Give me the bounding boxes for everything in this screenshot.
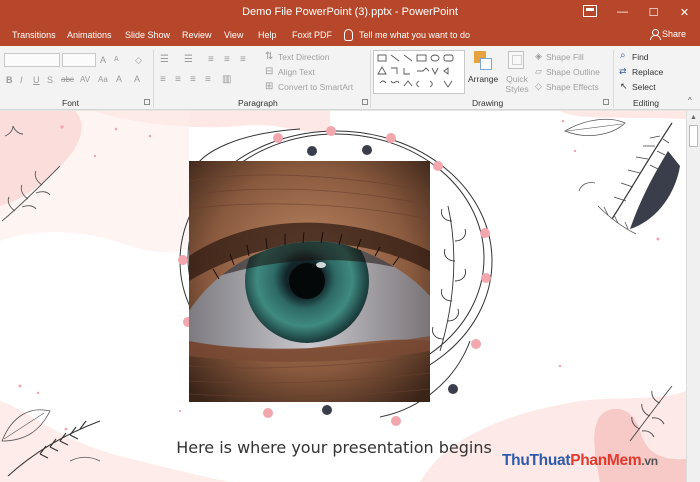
powerpoint-window: Demo File PowerPoint (3).pptx - PowerPoi…	[0, 0, 700, 482]
title-bar: Demo File PowerPoint (3).pptx - PowerPoi…	[0, 0, 700, 26]
tell-me-box[interactable]: Tell me what you want to do	[344, 29, 470, 41]
text-direction-button[interactable]: Text Direction	[278, 52, 330, 62]
replace-button[interactable]: Replace	[632, 67, 663, 77]
quick-styles-icon	[508, 51, 524, 69]
align-right-icon[interactable]: ≡	[190, 74, 196, 85]
shape-effects-button[interactable]: Shape Effects	[546, 82, 599, 92]
increase-indent-icon[interactable]: ≡	[224, 54, 230, 65]
font-name-box[interactable]	[4, 53, 60, 67]
grow-font-button[interactable]: A	[100, 55, 106, 65]
group-label-font: Font	[62, 98, 80, 108]
arrange-button[interactable]: Arrange	[468, 74, 498, 84]
arrange-icon	[474, 51, 492, 71]
shapes-gallery[interactable]	[373, 50, 465, 94]
tab-review[interactable]: Review	[182, 30, 212, 40]
select-cursor-icon: ↖	[620, 81, 628, 91]
convert-smartart-button[interactable]: Convert to SmartArt	[278, 82, 353, 92]
maximize-button[interactable]: ☐	[638, 0, 669, 24]
pink-wash-left	[0, 111, 189, 253]
shadow-button[interactable]: S	[47, 75, 53, 85]
shrink-font-button[interactable]: A	[114, 56, 119, 63]
scroll-up-arrow-icon[interactable]: ▲	[689, 113, 698, 122]
minimize-button[interactable]: —	[607, 0, 638, 24]
replace-icon: ⇄	[619, 66, 627, 76]
scroll-thumb[interactable]	[689, 125, 698, 147]
lightbulb-icon	[344, 29, 353, 41]
font-size-box[interactable]	[62, 53, 96, 67]
eye-photo[interactable]	[189, 161, 430, 402]
slide-canvas[interactable]: Here is where your presentation begins T…	[0, 111, 686, 482]
line-spacing-icon[interactable]: ≡	[240, 54, 246, 65]
bold-button[interactable]: B	[6, 75, 13, 85]
find-button[interactable]: Find	[632, 52, 649, 62]
watermark-logo: ThuThuatPhanMem.vn	[502, 452, 658, 469]
shape-outline-button[interactable]: Shape Outline	[546, 67, 600, 77]
underline-button[interactable]: U	[33, 75, 40, 85]
wreath-vine	[432, 205, 466, 352]
group-label-paragraph: Paragraph	[238, 98, 278, 108]
bullets-icon[interactable]: ☰	[160, 54, 169, 65]
select-button[interactable]: Select	[632, 82, 656, 92]
highlight-button[interactable]: A	[134, 74, 140, 84]
justify-icon[interactable]: ≡	[205, 74, 211, 85]
tab-transitions[interactable]: Transitions	[12, 30, 56, 40]
shape-fill-icon: ◈	[535, 51, 542, 61]
ribbon-display-options-icon[interactable]	[583, 5, 597, 17]
align-text-button[interactable]: Align Text	[278, 67, 315, 77]
align-center-icon[interactable]: ≡	[175, 74, 181, 85]
text-direction-icon: ⇅	[265, 51, 274, 62]
clear-formatting-icon[interactable]: ◇	[135, 55, 142, 66]
strikethrough-button[interactable]: abc	[61, 75, 74, 84]
tab-foxit-pdf[interactable]: Foxit PDF	[292, 30, 332, 40]
quick-styles-button[interactable]: Quick Styles	[503, 74, 531, 94]
italic-button[interactable]: I	[20, 75, 23, 85]
person-icon	[650, 29, 661, 40]
find-icon: ⌕	[620, 50, 626, 61]
char-spacing-button[interactable]: AV	[80, 75, 90, 84]
pink-wash-top-right	[560, 111, 686, 119]
ribbon: A A ◇ B I U S abc AV Aa A A Font ☰ ☰ ≡ ≡…	[0, 46, 700, 110]
shape-outline-icon: ▱	[535, 66, 542, 76]
drawing-dialog-launcher[interactable]	[603, 99, 609, 105]
ribbon-separator	[153, 50, 154, 108]
tab-view[interactable]: View	[224, 30, 243, 40]
close-button[interactable]: ✕	[669, 0, 700, 24]
ribbon-separator	[370, 50, 371, 108]
collapse-ribbon-icon[interactable]: ^	[688, 96, 692, 105]
share-label: Share	[662, 29, 687, 39]
change-case-button[interactable]: Aa	[98, 75, 108, 84]
shape-effects-icon: ◇	[535, 81, 542, 91]
ribbon-tabs: Transitions Animations Slide Show Review…	[0, 26, 700, 46]
ribbon-separator	[613, 50, 614, 108]
share-button[interactable]: Share	[650, 29, 687, 40]
tell-me-text: Tell me what you want to do	[359, 30, 471, 40]
tab-slide-show[interactable]: Slide Show	[125, 30, 170, 40]
tab-help[interactable]: Help	[258, 30, 277, 40]
smartart-icon: ⊞	[265, 81, 274, 92]
window-controls: — ☐ ✕	[607, 0, 700, 26]
shapes-icons	[377, 54, 454, 88]
vertical-scrollbar[interactable]: ▲	[686, 111, 700, 482]
group-label-drawing: Drawing	[472, 98, 504, 108]
columns-icon[interactable]: ▥	[222, 74, 231, 85]
align-text-icon: ⊟	[265, 66, 274, 77]
align-left-icon[interactable]: ≡	[160, 74, 166, 85]
shape-fill-button[interactable]: Shape Fill	[546, 52, 584, 62]
numbering-icon[interactable]: ☰	[184, 54, 193, 65]
font-color-button[interactable]: A	[116, 74, 122, 84]
leaves-top-right	[564, 118, 680, 235]
decrease-indent-icon[interactable]: ≡	[208, 54, 214, 65]
tab-animations[interactable]: Animations	[67, 30, 112, 40]
paragraph-dialog-launcher[interactable]	[362, 99, 368, 105]
font-dialog-launcher[interactable]	[144, 99, 150, 105]
group-label-editing: Editing	[633, 98, 659, 108]
